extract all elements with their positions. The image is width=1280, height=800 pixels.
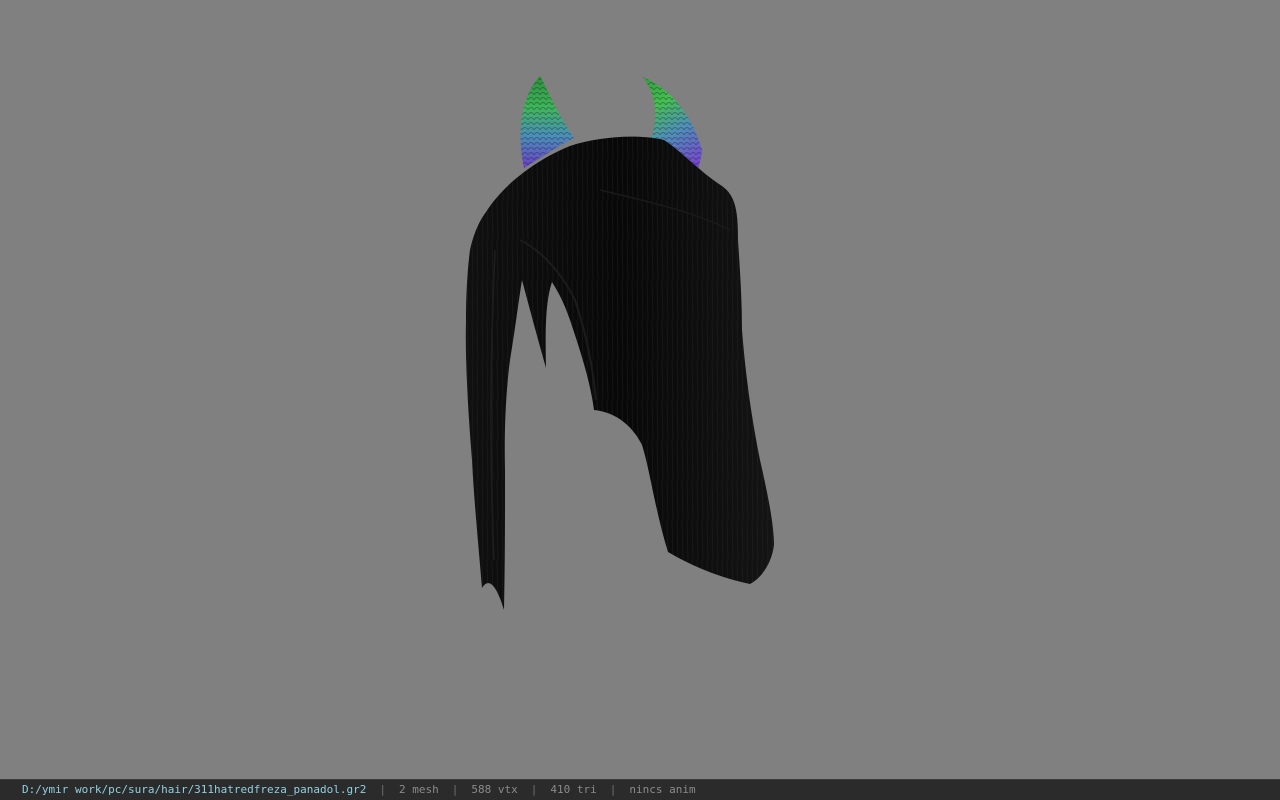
status-triangle-count: 410 tri	[550, 783, 597, 796]
status-bar: D:/ymir work/pc/sura/hair/311hatredfreza…	[0, 779, 1280, 800]
status-separator: |	[530, 783, 538, 796]
hair-mesh	[465, 136, 774, 610]
model-render	[465, 76, 774, 610]
status-file-path: D:/ymir work/pc/sura/hair/311hatredfreza…	[22, 783, 367, 796]
status-mesh-count: 2 mesh	[399, 783, 439, 796]
status-separator: |	[379, 783, 386, 796]
status-anim: nincs anim	[629, 783, 696, 796]
status-separator: |	[609, 783, 617, 796]
model-viewport[interactable]	[0, 0, 1280, 779]
status-vertex-count: 588 vtx	[471, 783, 518, 796]
status-separator: |	[451, 783, 459, 796]
